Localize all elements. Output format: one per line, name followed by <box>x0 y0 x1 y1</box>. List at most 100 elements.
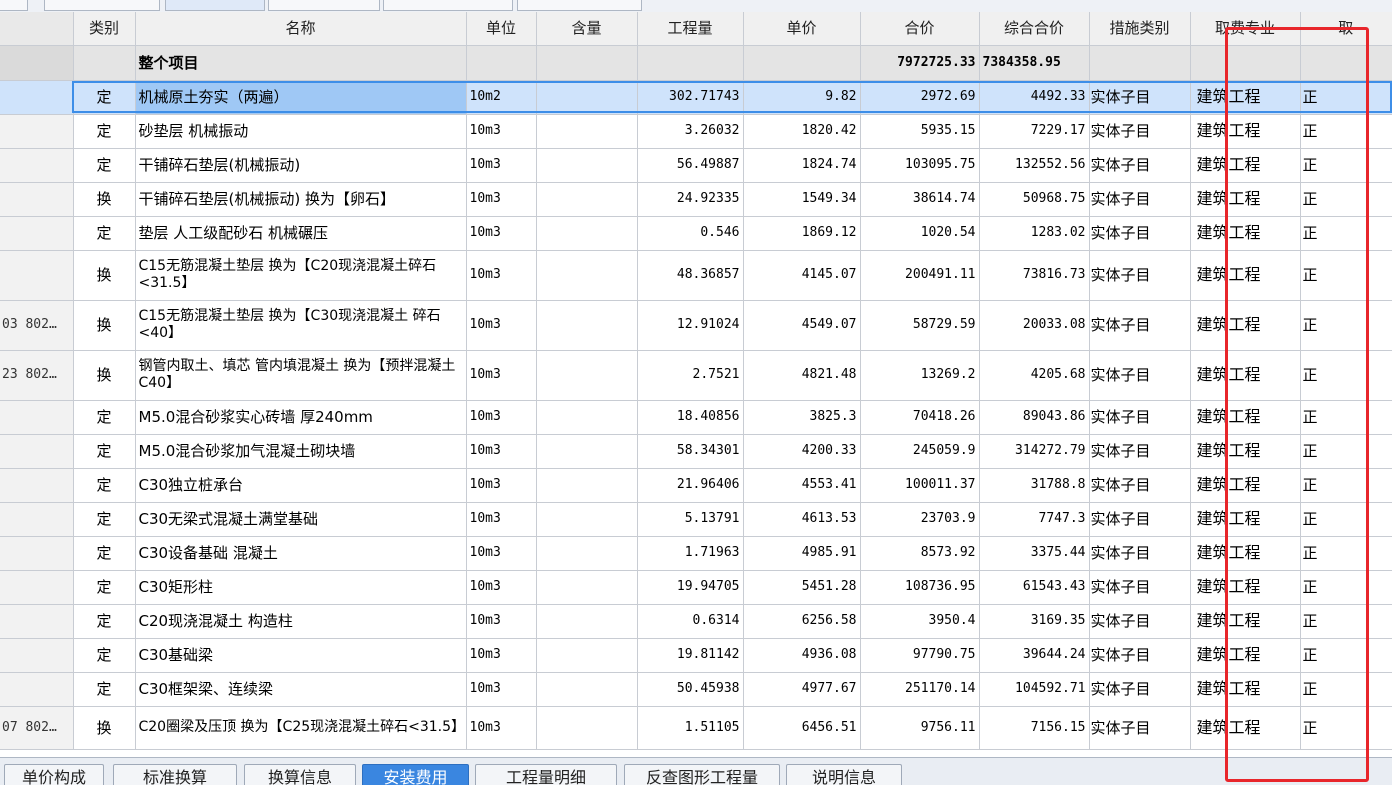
row-unit-price[interactable]: 4613.53 <box>743 502 861 537</box>
row-unit[interactable]: 10m3 <box>466 216 537 251</box>
row-measure-type[interactable]: 实体子目 <box>1089 400 1191 435</box>
row-unit[interactable]: 10m3 <box>466 434 537 469</box>
header-unit-price[interactable]: 单价 <box>743 12 861 46</box>
row-unit[interactable]: 10m3 <box>466 350 537 401</box>
row-extra[interactable]: 正 <box>1300 114 1392 149</box>
row-name[interactable]: 垫层 人工级配砂石 机械碾压 <box>135 216 467 251</box>
row-unit-price[interactable]: 4977.67 <box>743 672 861 707</box>
row-extra[interactable]: 正 <box>1300 570 1392 605</box>
row-unit-price[interactable]: 6256.58 <box>743 604 861 639</box>
row-category[interactable]: 定 <box>73 434 136 469</box>
row-content[interactable] <box>536 400 638 435</box>
row-content[interactable] <box>536 216 638 251</box>
row-content[interactable] <box>536 468 638 503</box>
tab-conversion-info[interactable]: 换算信息 <box>244 764 356 785</box>
row-unit-price[interactable]: 1549.34 <box>743 182 861 217</box>
tab-installation-fee[interactable]: 安装费用 <box>362 764 469 785</box>
row-index[interactable] <box>0 434 74 469</box>
row-combined-total[interactable]: 314272.79 <box>979 434 1090 469</box>
row-extra[interactable]: 正 <box>1300 536 1392 571</box>
table-row[interactable]: 定 C30设备基础 混凝土 10m3 1.71963 4985.91 8573.92 337… <box>0 536 1392 571</box>
row-total-price[interactable]: 70418.26 <box>860 400 980 435</box>
row-fee-specialty[interactable]: 建筑工程 <box>1190 604 1301 639</box>
row-fee-specialty[interactable]: 建筑工程 <box>1190 80 1301 115</box>
header-category[interactable]: 类别 <box>73 12 136 46</box>
table-row[interactable]: 定 M5.0混合砂浆实心砖墙 厚240mm 10m3 18.40856 3825.3 70… <box>0 400 1392 435</box>
row-category[interactable]: 定 <box>73 570 136 605</box>
row-fee-specialty[interactable]: 建筑工程 <box>1190 250 1301 301</box>
row-unit-price[interactable]: 4553.41 <box>743 468 861 503</box>
row-total-price[interactable]: 13269.2 <box>860 350 980 401</box>
row-combined-total[interactable]: 3169.35 <box>979 604 1090 639</box>
row-unit[interactable]: 10m3 <box>466 300 537 351</box>
table-row[interactable]: 07 802… 换 C20圈梁及压顶 换为【C25现浇混凝土碎石<31.5】 10m3… <box>0 706 1392 750</box>
row-measure-type[interactable]: 实体子目 <box>1089 182 1191 217</box>
row-combined-total[interactable]: 73816.73 <box>979 250 1090 301</box>
row-quantity[interactable]: 56.49887 <box>637 148 744 183</box>
row-index[interactable] <box>0 536 74 571</box>
row-name[interactable]: C15无筋混凝土垫层 换为【C20现浇混凝土碎石<31.5】 <box>135 250 467 301</box>
row-combined-total[interactable]: 104592.71 <box>979 672 1090 707</box>
row-measure-type[interactable]: 实体子目 <box>1089 350 1191 401</box>
row-unit[interactable]: 10m3 <box>466 706 537 750</box>
row-extra[interactable]: 正 <box>1300 148 1392 183</box>
row-index[interactable] <box>0 570 74 605</box>
row-fee-specialty[interactable]: 建筑工程 <box>1190 400 1301 435</box>
row-combined-total[interactable]: 39644.24 <box>979 638 1090 673</box>
row-total-price[interactable]: 8573.92 <box>860 536 980 571</box>
tab-quantity-details[interactable]: 工程量明细 <box>475 764 617 785</box>
row-index[interactable] <box>0 468 74 503</box>
row-combined-total[interactable]: 20033.08 <box>979 300 1090 351</box>
row-unit[interactable]: 10m3 <box>466 502 537 537</box>
table-row[interactable]: 定 C30基础梁 10m3 19.81142 4936.08 97790.75 39644.… <box>0 638 1392 673</box>
row-category[interactable]: 定 <box>73 502 136 537</box>
row-fee-specialty[interactable]: 建筑工程 <box>1190 434 1301 469</box>
row-unit[interactable]: 10m3 <box>466 672 537 707</box>
row-measure-type[interactable]: 实体子目 <box>1089 672 1191 707</box>
row-unit-price[interactable]: 4145.07 <box>743 250 861 301</box>
row-content[interactable] <box>536 706 638 750</box>
row-category[interactable]: 定 <box>73 638 136 673</box>
header-measure-type[interactable]: 措施类别 <box>1089 12 1191 46</box>
row-unit[interactable]: 10m3 <box>466 638 537 673</box>
row-quantity[interactable]: 18.40856 <box>637 400 744 435</box>
table-row[interactable]: 换 C15无筋混凝土垫层 换为【C20现浇混凝土碎石<31.5】 10m3 48.36… <box>0 250 1392 301</box>
table-row[interactable]: 定 C20现浇混凝土 构造柱 10m3 0.6314 6256.58 3950.4 3169… <box>0 604 1392 639</box>
row-measure-type[interactable]: 实体子目 <box>1089 250 1191 301</box>
row-category[interactable]: 定 <box>73 604 136 639</box>
row-category[interactable]: 定 <box>73 536 136 571</box>
row-unit[interactable]: 10m3 <box>466 468 537 503</box>
table-row[interactable]: 03 802… 换 C15无筋混凝土垫层 换为【C30现浇混凝土 碎石<40】 10m… <box>0 300 1392 351</box>
row-extra[interactable]: 正 <box>1300 672 1392 707</box>
row-category[interactable]: 换 <box>73 182 136 217</box>
row-quantity[interactable]: 58.34301 <box>637 434 744 469</box>
header-extra[interactable]: 取 <box>1300 12 1392 46</box>
row-measure-type[interactable]: 实体子目 <box>1089 502 1191 537</box>
row-category[interactable]: 定 <box>73 114 136 149</box>
row-name[interactable]: 砂垫层 机械振动 <box>135 114 467 149</box>
row-combined-total[interactable]: 132552.56 <box>979 148 1090 183</box>
row-measure-type[interactable]: 实体子目 <box>1089 536 1191 571</box>
row-index[interactable] <box>0 400 74 435</box>
top-tab-6[interactable] <box>517 0 642 11</box>
row-measure-type[interactable]: 实体子目 <box>1089 706 1191 750</box>
row-unit[interactable]: 10m2 <box>466 80 537 115</box>
row-quantity[interactable]: 5.13791 <box>637 502 744 537</box>
row-fee-specialty[interactable]: 建筑工程 <box>1190 638 1301 673</box>
row-quantity[interactable]: 48.36857 <box>637 250 744 301</box>
row-measure-type[interactable]: 实体子目 <box>1089 216 1191 251</box>
row-quantity[interactable]: 0.6314 <box>637 604 744 639</box>
row-unit-price[interactable]: 4821.48 <box>743 350 861 401</box>
row-total-price[interactable]: 100011.37 <box>860 468 980 503</box>
row-total-price[interactable]: 5935.15 <box>860 114 980 149</box>
table-row[interactable]: 定 M5.0混合砂浆加气混凝土砌块墙 10m3 58.34301 4200.33 2450… <box>0 434 1392 469</box>
row-content[interactable] <box>536 114 638 149</box>
row-content[interactable] <box>536 250 638 301</box>
row-quantity[interactable]: 2.7521 <box>637 350 744 401</box>
row-extra[interactable]: 正 <box>1300 434 1392 469</box>
row-content[interactable] <box>536 570 638 605</box>
row-name[interactable]: C30设备基础 混凝土 <box>135 536 467 571</box>
row-quantity[interactable]: 0.546 <box>637 216 744 251</box>
row-quantity[interactable]: 1.71963 <box>637 536 744 571</box>
row-fee-specialty[interactable]: 建筑工程 <box>1190 536 1301 571</box>
